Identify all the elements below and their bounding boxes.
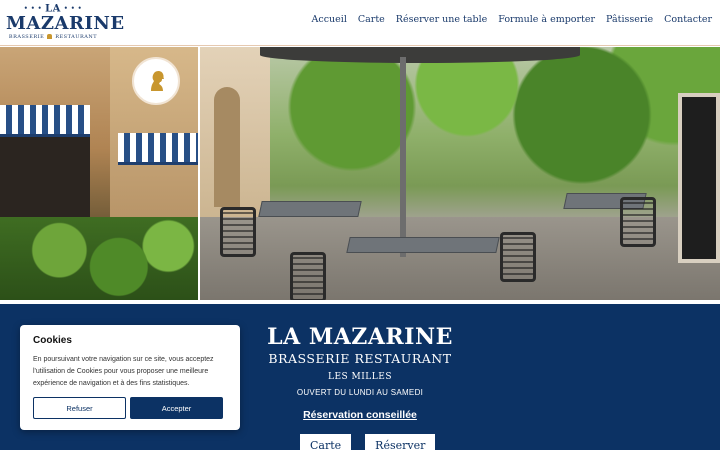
- site-header: • • • LA • • • MAZARINE BRASSERIE RESTAURAN…: [0, 0, 720, 46]
- reservation-link[interactable]: Réservation conseillée: [220, 409, 500, 421]
- chair: [620, 197, 656, 247]
- logo[interactable]: • • • LA • • • MAZARINE BRASSERIE RESTAURAN…: [6, 4, 125, 42]
- plants: [0, 217, 198, 300]
- restaurant-title: LA MAZARINE: [267, 324, 453, 350]
- parasol: [260, 47, 580, 63]
- chair: [500, 232, 536, 282]
- hero-section: [0, 47, 720, 300]
- restaurant-subtitle: BRASSERIE RESTAURANT: [268, 351, 452, 366]
- chair: [220, 207, 256, 257]
- awning: [0, 105, 90, 137]
- chair: [290, 252, 326, 300]
- opening-hours: OUVERT DU LUNDI AU SAMEDI: [296, 388, 424, 397]
- nav-contacter[interactable]: Contacter: [664, 14, 712, 25]
- nav-carte[interactable]: Carte: [358, 14, 385, 25]
- awning: [118, 133, 198, 165]
- cookie-title: Cookies: [33, 335, 72, 346]
- logo-sub-right: RESTAURANT: [55, 33, 98, 40]
- cookie-banner: Cookies En poursuivant votre navigation …: [20, 325, 240, 430]
- terrace-photo: [200, 47, 720, 300]
- main-nav: Accueil Carte Réserver une table Formule…: [312, 14, 712, 25]
- cookie-text: En poursuivant votre navigation sur ce s…: [33, 356, 214, 387]
- cta-buttons: Carte Réserver: [300, 434, 436, 450]
- accept-button[interactable]: Accepter: [130, 397, 223, 419]
- table: [346, 237, 500, 253]
- nav-formule[interactable]: Formule à emporter: [498, 14, 595, 25]
- medallion: [132, 57, 180, 105]
- menu-button[interactable]: Carte: [300, 434, 352, 450]
- chalkboard: [678, 93, 720, 263]
- refuse-button[interactable]: Refuser: [33, 397, 126, 419]
- reserve-button[interactable]: Réserver: [365, 434, 436, 450]
- nav-accueil[interactable]: Accueil: [312, 14, 347, 25]
- logo-main-text: MAZARINE: [6, 12, 125, 34]
- woman-profile-icon: [151, 70, 164, 91]
- brasserie-facade-photo: [0, 47, 198, 300]
- table: [258, 201, 362, 217]
- bell-icon: [47, 33, 53, 39]
- restaurant-location: LES MILLES: [327, 372, 393, 382]
- cookie-actions: Refuser Accepter: [33, 397, 223, 419]
- nav-patisserie[interactable]: Pâtisserie: [606, 14, 653, 25]
- logo-sub-left: BRASSERIE: [8, 33, 45, 40]
- nav-reserver[interactable]: Réserver une table: [396, 14, 487, 25]
